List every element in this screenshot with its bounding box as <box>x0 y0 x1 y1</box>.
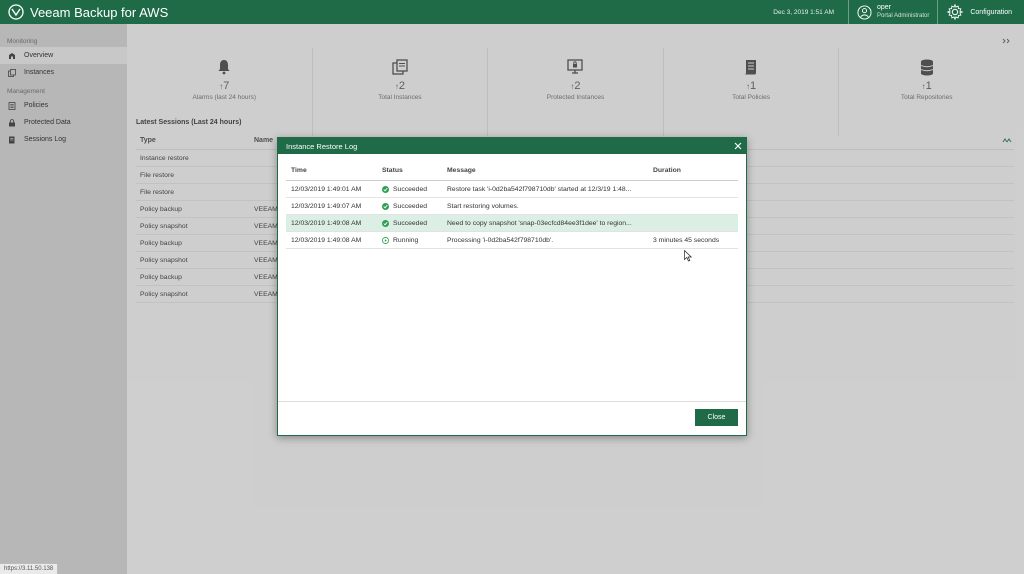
sidebar-item-label: Instances <box>24 69 54 76</box>
lock-icon <box>9 118 15 126</box>
user-avatar-icon <box>857 4 872 20</box>
configuration-button[interactable]: Configuration <box>938 3 1024 21</box>
sidebar-item-label: Overview <box>24 52 54 59</box>
brand[interactable]: Veeam Backup for AWS <box>0 4 168 20</box>
column-header-duration[interactable]: Duration <box>653 167 738 174</box>
instances-icon <box>8 68 16 77</box>
instance-restore-log-dialog: Instance Restore Log Time Status Message… <box>277 137 747 436</box>
status-text: Succeeded <box>393 202 428 210</box>
user-role: Portal Administrator <box>877 13 930 19</box>
sidebar: Monitoring Overview Instances Management… <box>0 24 132 574</box>
success-check-icon <box>382 202 389 210</box>
mouse-cursor-icon <box>684 250 692 262</box>
sidebar-item-protected-data[interactable]: Protected Data <box>0 114 127 131</box>
app-title: Veeam Backup for AWS <box>30 4 169 20</box>
sidebar-item-label: Policies <box>24 102 49 109</box>
column-header-time[interactable]: Time <box>286 167 382 174</box>
sidebar-section-management: Management <box>7 88 45 95</box>
success-check-icon <box>382 185 389 193</box>
log-row[interactable]: 12/03/2019 1:49:08 AM Running Processing… <box>286 232 738 249</box>
user-menu[interactable]: oper Portal Administrator <box>849 4 937 20</box>
close-icon <box>734 142 742 150</box>
table-header: Time Status Message Duration <box>286 160 738 181</box>
log-row[interactable]: 12/03/2019 1:49:07 AM Succeeded Start re… <box>286 198 738 215</box>
log-row[interactable]: 12/03/2019 1:49:01 AM Succeeded Restore … <box>286 181 738 198</box>
sidebar-item-overview[interactable]: Overview <box>0 47 132 64</box>
sidebar-section-monitoring: Monitoring <box>7 38 38 45</box>
restore-log-table: Time Status Message Duration 12/03/2019 … <box>286 160 738 249</box>
column-header-message[interactable]: Message <box>447 167 653 174</box>
gear-icon <box>946 3 964 21</box>
status-text: Running <box>393 236 419 244</box>
sidebar-item-label: Protected Data <box>24 119 71 126</box>
top-bar: Veeam Backup for AWS Dec 3, 2019 1:51 AM… <box>0 0 1024 24</box>
log-row[interactable]: 12/03/2019 1:49:08 AM Succeeded Need to … <box>286 215 738 232</box>
sidebar-item-sessions-log[interactable]: Sessions Log <box>0 131 127 148</box>
status-bar-url: https://3.11.50.138 <box>0 563 59 574</box>
column-header-status[interactable]: Status <box>382 167 447 174</box>
status-text: Succeeded <box>393 219 428 227</box>
close-button[interactable]: Close <box>695 409 738 426</box>
dialog-footer: Close <box>278 401 746 435</box>
sidebar-item-label: Sessions Log <box>24 136 67 143</box>
policies-icon <box>8 101 16 110</box>
configuration-label: Configuration <box>970 8 1012 16</box>
success-check-icon <box>382 219 389 227</box>
sidebar-item-policies[interactable]: Policies <box>0 97 127 114</box>
dialog-title: Instance Restore Log <box>286 141 358 151</box>
dialog-header: Instance Restore Log <box>278 138 746 154</box>
user-name: oper <box>877 4 892 11</box>
current-datetime: Dec 3, 2019 1:51 AM <box>773 8 834 16</box>
running-play-icon <box>382 236 389 244</box>
dialog-close-button[interactable] <box>730 138 746 154</box>
veeam-logo-icon <box>8 4 24 20</box>
status-text: Succeeded <box>393 185 428 193</box>
overview-icon <box>9 52 15 59</box>
sidebar-item-instances[interactable]: Instances <box>0 64 127 81</box>
sessions-log-icon <box>9 136 15 143</box>
